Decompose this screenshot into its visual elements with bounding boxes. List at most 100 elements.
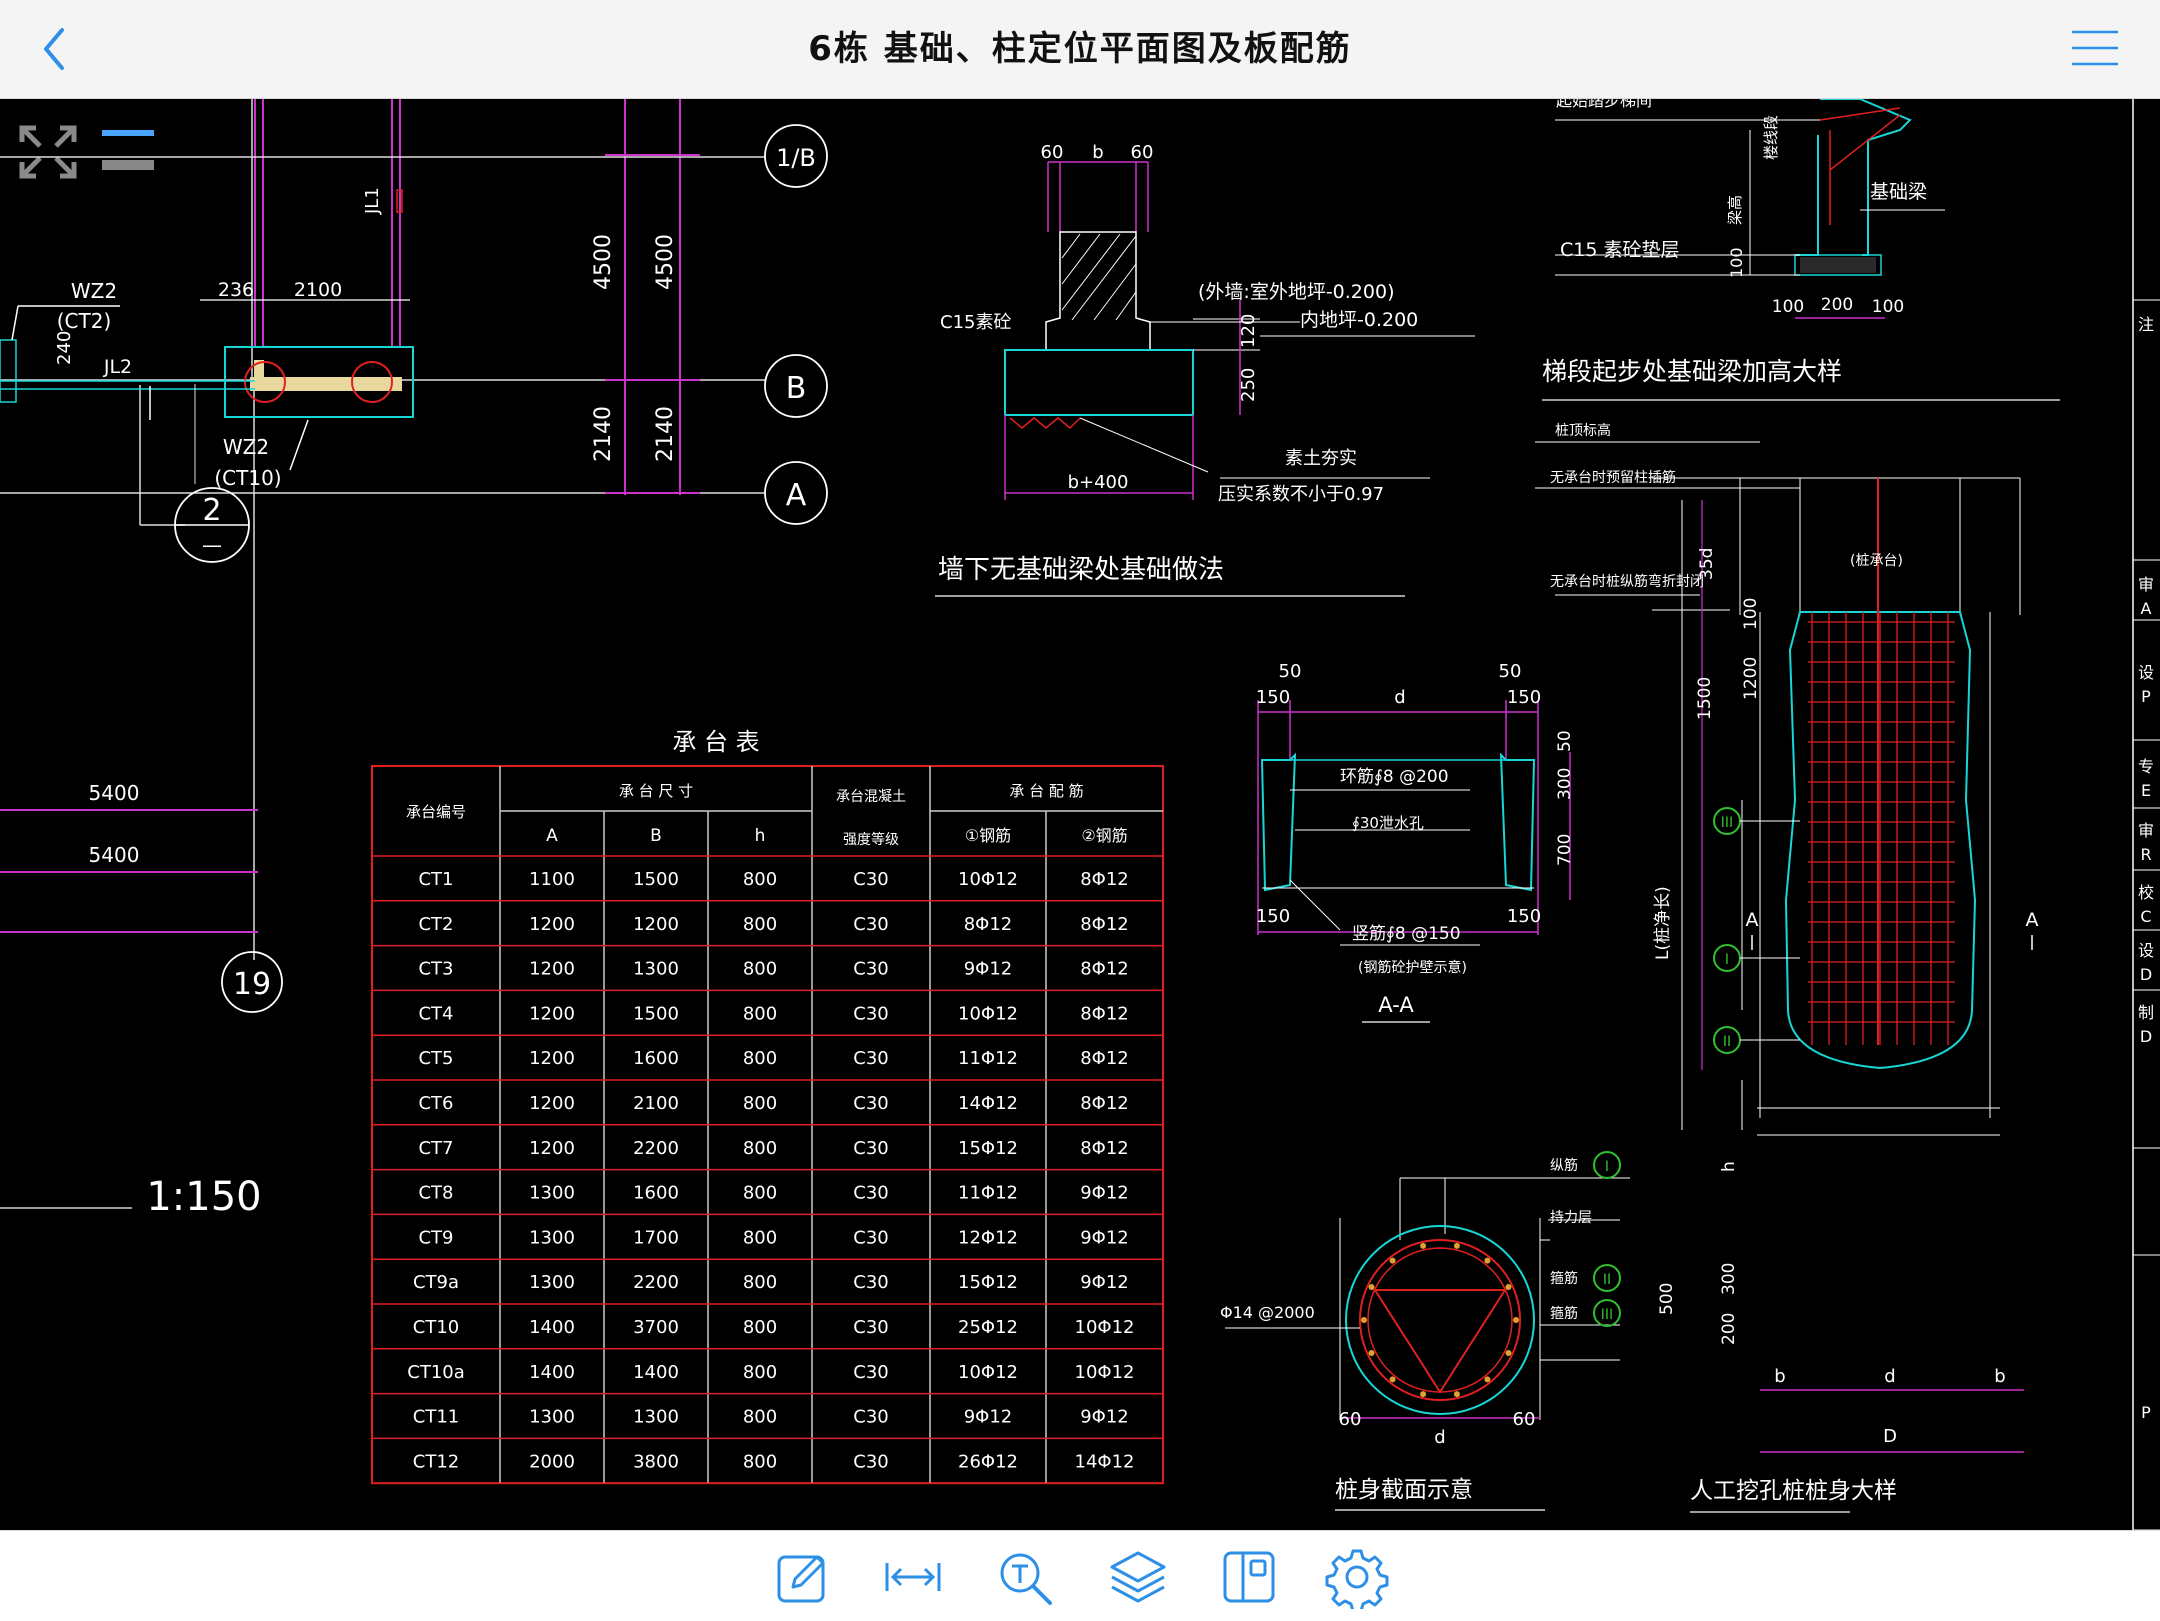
table-cell: 800	[743, 1317, 777, 1338]
table-cell: CT7	[418, 1138, 453, 1159]
table-header: h	[755, 826, 766, 846]
layout-icon[interactable]	[1217, 1545, 1281, 1609]
table-cell: 3700	[633, 1317, 679, 1338]
svg-text:60: 60	[1131, 142, 1154, 163]
gear-icon[interactable]	[1325, 1545, 1389, 1609]
svg-text:环筋∮8 @200: 环筋∮8 @200	[1340, 767, 1449, 787]
table-header: B	[650, 826, 662, 846]
table-cell: 800	[743, 1183, 777, 1204]
table-header: ②钢筋	[1081, 826, 1127, 845]
table-cell: CT5	[418, 1048, 453, 1069]
svg-text:I: I	[1605, 1159, 1609, 1175]
svg-text:236: 236	[218, 279, 254, 301]
layer-bar-icon[interactable]	[102, 130, 154, 136]
table-cell: 800	[743, 869, 777, 890]
svg-text:d: d	[1884, 1366, 1895, 1387]
table-cell: 1100	[529, 869, 575, 890]
svg-text:h: h	[1719, 1161, 1739, 1172]
svg-text:2100: 2100	[294, 279, 342, 301]
table-cell: C30	[853, 1183, 888, 1204]
svg-text:WZ2: WZ2	[223, 435, 269, 459]
edit-pen-icon[interactable]	[771, 1545, 835, 1609]
svg-text:起始踏步梯间: 起始踏步梯间	[1556, 99, 1652, 110]
table-cell: 26Φ12	[958, 1451, 1018, 1472]
table-cell: 9Φ12	[1080, 1227, 1129, 1248]
layers-icon[interactable]	[1106, 1545, 1170, 1609]
svg-text:300: 300	[1719, 1263, 1739, 1295]
svg-text:设: 设	[2138, 941, 2154, 960]
svg-text:D: D	[2140, 965, 2152, 984]
axis-label: B	[786, 371, 807, 406]
table-cell: CT6	[418, 1093, 453, 1114]
svg-text:60: 60	[1513, 1409, 1536, 1430]
table-cell: 9Φ12	[1080, 1183, 1129, 1204]
svg-text:制: 制	[2138, 1003, 2154, 1022]
table-cell: 800	[743, 959, 777, 980]
svg-text:5400: 5400	[89, 781, 140, 805]
table-cell: 10Φ12	[1075, 1317, 1135, 1338]
svg-text:桩身截面示意: 桩身截面示意	[1335, 1477, 1473, 1503]
svg-text:素土夯实: 素土夯实	[1285, 448, 1357, 469]
measure-icon[interactable]	[881, 1545, 945, 1609]
table-cell: 2200	[633, 1272, 679, 1293]
svg-text:500: 500	[1657, 1283, 1677, 1315]
svg-text:专: 专	[2138, 757, 2154, 776]
svg-text:4500: 4500	[653, 234, 678, 290]
table-cell: C30	[853, 1093, 888, 1114]
table-cell: 1300	[529, 1227, 575, 1248]
table-cell: 8Φ12	[1080, 869, 1129, 890]
svg-text:(桩承台): (桩承台)	[1850, 552, 1903, 569]
svg-text:校: 校	[2138, 883, 2154, 902]
hamburger-menu-icon[interactable]	[2070, 28, 2120, 68]
table-cell: 1500	[633, 869, 679, 890]
table-cell: 11Φ12	[958, 1048, 1018, 1069]
svg-text:d: d	[1394, 687, 1405, 708]
svg-text:III: III	[1721, 815, 1733, 831]
table-cell: 1300	[529, 1183, 575, 1204]
pile-section-rebars	[1361, 1242, 1519, 1398]
table-cell: 8Φ12	[1080, 959, 1129, 980]
layer-bar-icon[interactable]	[102, 160, 154, 170]
table-cell: CT11	[413, 1407, 459, 1428]
svg-text:JL1: JL1	[362, 187, 383, 215]
svg-text:墙下无基础梁处基础做法: 墙下无基础梁处基础做法	[938, 555, 1224, 585]
svg-text:A-A: A-A	[1378, 993, 1414, 1017]
table-cell: 9Φ12	[964, 1407, 1013, 1428]
table-cell: 1200	[529, 914, 575, 935]
cad-drawing[interactable]: 1/B B A 19 2 — 236 2100 240 4500 4500 21…	[0, 91, 2160, 1531]
drawing-canvas[interactable]: 1/B B A 19 2 — 236 2100 240 4500 4500 21…	[0, 91, 2160, 1531]
table-cell: 2000	[529, 1451, 575, 1472]
table-cell: CT9	[418, 1227, 453, 1248]
svg-text:II: II	[1723, 1034, 1731, 1050]
axis-label: 1/B	[776, 144, 816, 172]
svg-text:150: 150	[1507, 906, 1541, 927]
svg-text:压实系数不小于0.97: 压实系数不小于0.97	[1218, 484, 1384, 505]
table-header: 承 台 尺 寸	[619, 782, 693, 800]
svg-text:P: P	[2141, 687, 2151, 706]
svg-text:梯段起步处基础梁加高大样: 梯段起步处基础梁加高大样	[1542, 357, 1842, 386]
table-cell: 10Φ12	[1075, 1362, 1135, 1383]
text-search-icon[interactable]	[994, 1545, 1058, 1609]
table-cell: 14Φ12	[1075, 1451, 1135, 1472]
svg-text:5400: 5400	[89, 843, 140, 867]
svg-text:箍筋: 箍筋	[1550, 1270, 1578, 1287]
svg-text:2140: 2140	[653, 406, 678, 462]
svg-text:纵筋: 纵筋	[1550, 1157, 1578, 1174]
svg-text:无承台时预留柱插筋: 无承台时预留柱插筋	[1550, 469, 1676, 486]
svg-text:楼线段: 楼线段	[1762, 115, 1780, 160]
table-cell: CT2	[418, 914, 453, 935]
expand-arrows-icon[interactable]	[19, 125, 77, 179]
table-cell: C30	[853, 959, 888, 980]
table-cell: C30	[853, 869, 888, 890]
svg-text:桩顶标高: 桩顶标高	[1555, 422, 1611, 439]
svg-text:100: 100	[1727, 247, 1746, 278]
svg-text:250: 250	[1238, 368, 1259, 402]
svg-text:C: C	[2140, 907, 2151, 926]
table-cell: 15Φ12	[958, 1272, 1018, 1293]
table-header: ①钢筋	[965, 826, 1011, 845]
table-cell: 25Φ12	[958, 1317, 1018, 1338]
axis-label: 19	[233, 967, 271, 1002]
table-header: A	[546, 826, 558, 846]
svg-text:C15素砼: C15素砼	[940, 312, 1011, 333]
svg-text:(外墙:室外地坪-0.200): (外墙:室外地坪-0.200)	[1198, 281, 1394, 303]
